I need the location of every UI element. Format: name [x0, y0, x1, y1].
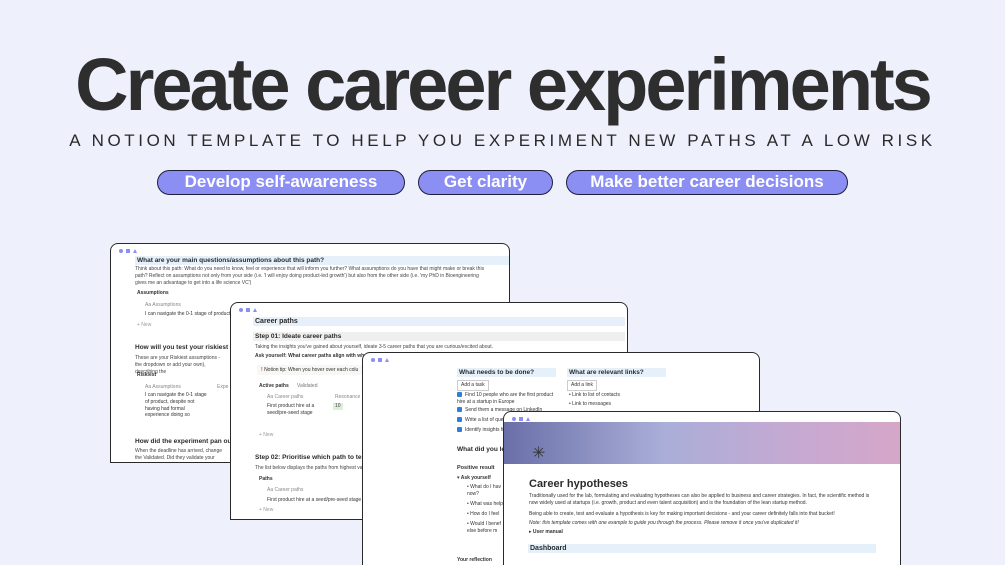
- ask-text: Ask yourself: What career paths align wi…: [255, 353, 369, 359]
- column-assumptions: Aa Assumptions: [145, 302, 181, 308]
- learn-heading: What did you le: [457, 446, 506, 453]
- add-link-button[interactable]: Add a link: [567, 380, 597, 391]
- tab-assumptions[interactable]: Assumptions: [137, 290, 169, 297]
- resonance-badge: 10: [333, 403, 343, 410]
- task-item[interactable]: Find 10 people who are the first product…: [457, 392, 557, 406]
- heading-test: How will you test your riskiest assu: [135, 344, 245, 351]
- new-row-button-2[interactable]: + New: [259, 507, 273, 514]
- column-career-paths: Aa Career paths: [267, 394, 304, 400]
- step2-text: The list below displays the paths from h…: [255, 465, 367, 471]
- window-controls: [363, 353, 759, 365]
- tab-riskiest[interactable]: Riskiest: [137, 372, 156, 379]
- pill-self-awareness: Develop self-awareness: [157, 170, 405, 195]
- todo-heading: What needs to be done?: [457, 368, 556, 377]
- reflection-bullet: • What do I hav now?: [467, 484, 501, 497]
- tab-active-paths[interactable]: Active paths: [259, 383, 289, 390]
- career-paths-title: Career paths: [253, 317, 625, 326]
- assumptions-text: Think about this path: What do you need …: [135, 266, 485, 286]
- new-row-button[interactable]: + New: [259, 432, 273, 439]
- intro-paragraph: Traditionally used for the lab, formulat…: [529, 493, 870, 506]
- reflection-bullet: • What was help: [467, 501, 503, 507]
- cover-banner: [504, 422, 900, 464]
- link-item[interactable]: • Link to list of contacts: [569, 392, 620, 399]
- reflection-bullet: • How do I feel: [467, 511, 500, 517]
- pill-better-decisions: Make better career decisions: [566, 170, 848, 195]
- career-path-row-2[interactable]: First product hire at a seed/pre-seed st…: [267, 497, 361, 504]
- links-heading: What are relevant links?: [567, 368, 666, 377]
- column-career-paths-2: Aa Career paths: [267, 487, 304, 493]
- hero-subtitle: A NOTION TEMPLATE TO HELP YOU EXPERIMENT…: [69, 131, 936, 150]
- window-controls: [111, 244, 509, 256]
- column-resonance: Resonance: [335, 394, 361, 400]
- heading-outcome: How did the experiment pan out?: [135, 438, 238, 445]
- heading-assumptions: What are your main questions/assumptions…: [135, 256, 509, 265]
- add-task-button[interactable]: Add a task: [457, 380, 489, 391]
- career-path-row[interactable]: First product hire at a seed/pre-seed st…: [267, 403, 322, 417]
- new-row-button[interactable]: + New: [137, 322, 151, 329]
- positive-result: Positive result: [457, 465, 495, 471]
- your-reflection: Your reflection: [457, 557, 492, 563]
- note-paragraph: Note: this template comes with one examp…: [529, 520, 799, 526]
- assumption-row[interactable]: I can navigate the 0-1 stage of product,: [145, 311, 232, 318]
- column-experiment: Expe: [217, 384, 229, 390]
- reflection-bullet: • Would I benef else before m: [467, 521, 501, 534]
- tab-paths[interactable]: Paths: [259, 476, 273, 483]
- column-riskiest: Aa Assumptions: [145, 384, 181, 390]
- notion-tip-text: Notion tip: When you hover over each col…: [264, 367, 359, 373]
- outcome-text: When the deadline has arrived, change th…: [135, 448, 223, 462]
- hypothesis-paragraph: Being able to create, test and evaluate …: [529, 511, 835, 517]
- riskiest-row[interactable]: I can navigate the 0-1 stage of product,…: [145, 392, 207, 419]
- ask-toggle[interactable]: ▾ Ask yourself: [457, 475, 491, 482]
- dashboard-heading: Dashboard: [528, 544, 876, 553]
- page-title: Career hypotheses: [529, 478, 629, 490]
- link-item[interactable]: • Link to messages: [569, 401, 611, 408]
- step2-heading: Step 02: Prioritise which path to test: [255, 454, 368, 461]
- step1-text: Taking the insights you've gained about …: [255, 344, 494, 350]
- tab-validated[interactable]: Validated: [297, 383, 317, 390]
- notion-tip: ! Notion tip: When you hover over each c…: [257, 365, 365, 375]
- hero-title: Create career experiments: [75, 43, 933, 126]
- window-controls: [231, 303, 627, 315]
- page-icon: ✳: [532, 445, 546, 462]
- pill-clarity: Get clarity: [418, 170, 553, 195]
- user-manual-toggle[interactable]: ▸ User manual: [529, 529, 563, 536]
- step1-heading: Step 01: Ideate career paths: [253, 332, 625, 341]
- window-career-hypotheses: ✳ Career hypotheses Traditionally used f…: [503, 411, 901, 565]
